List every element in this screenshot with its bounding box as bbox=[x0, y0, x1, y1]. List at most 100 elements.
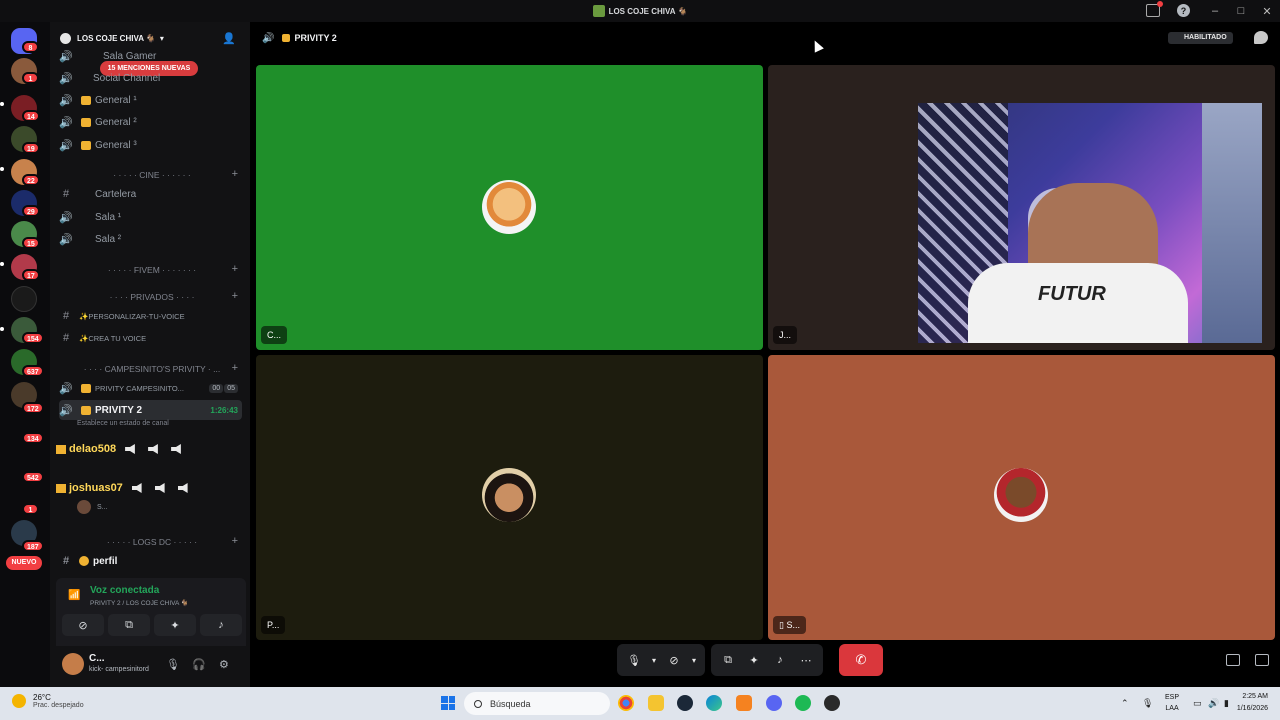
chat-icon[interactable] bbox=[1254, 31, 1268, 44]
screen-share-button[interactable]: ⧉ bbox=[108, 614, 150, 636]
clock[interactable]: 2:25 AM 1/16/2026 bbox=[1237, 691, 1268, 715]
help-icon[interactable]: ? bbox=[1177, 4, 1190, 17]
username[interactable]: C... bbox=[89, 653, 105, 664]
server-icon[interactable] bbox=[11, 286, 37, 312]
badge: 1 bbox=[22, 503, 39, 515]
hash-icon: # bbox=[62, 188, 70, 200]
chevron-down-icon[interactable]: ▾ bbox=[649, 649, 659, 671]
server-badge-icon bbox=[60, 32, 71, 44]
lock-icon bbox=[81, 140, 91, 150]
video-tile[interactable]: FUTUR J... bbox=[768, 65, 1275, 350]
channel-privity-campesinito[interactable]: 🔊 PRIVITY CAMPESINITO... 00 05 bbox=[59, 378, 242, 398]
activities-button[interactable]: ✦ bbox=[743, 649, 765, 671]
voice-member-hint[interactable]: S... bbox=[59, 497, 242, 517]
channel-cartelera[interactable]: # Cartelera bbox=[59, 184, 242, 204]
voice-active-icon: 🔊 bbox=[59, 404, 73, 417]
microphone-button[interactable]: 🎙 bbox=[623, 649, 645, 671]
unread-dot bbox=[0, 167, 4, 171]
minimize-button[interactable]: – bbox=[1202, 0, 1228, 22]
signal-icon[interactable]: 📶 bbox=[68, 590, 80, 601]
channel-personalizar[interactable]: # ✨PERSONALIZAR-TU-VOICE bbox=[59, 306, 242, 326]
category-logs[interactable]: · · · · · LOGS DC · · · · · + bbox=[62, 535, 242, 547]
inbox-icon[interactable] bbox=[1146, 1, 1163, 17]
stage-header: 🔊 PRIVITY 2 bbox=[262, 32, 337, 44]
add-channel-icon[interactable]: + bbox=[232, 168, 238, 180]
channel-crea-tu-voice[interactable]: # ✨CREA TU VOICE bbox=[59, 328, 242, 348]
avatar[interactable] bbox=[62, 653, 84, 675]
settings-gear-icon[interactable]: ⚙ bbox=[219, 658, 229, 671]
participant-name: ▯ S... bbox=[773, 616, 806, 634]
speaker-icon: 🔊 bbox=[59, 139, 73, 152]
steam-icon[interactable] bbox=[677, 695, 693, 711]
activities-button[interactable]: ✦ bbox=[154, 614, 196, 636]
custom-status: kick- campesinitord bbox=[89, 666, 149, 673]
taskbar-search[interactable]: Búsqueda bbox=[464, 692, 610, 715]
channel-general-2[interactable]: 🔊 General ² bbox=[59, 112, 242, 132]
voice-channel-link[interactable]: PRIVITY 2 / LOS COJE CHIVA 🐐 bbox=[90, 599, 189, 607]
spotify-icon[interactable] bbox=[795, 695, 811, 711]
popout-icon[interactable] bbox=[1226, 654, 1240, 666]
badge: 14 bbox=[22, 110, 40, 122]
voice-member[interactable]: joshuas07 bbox=[0, 479, 250, 497]
voice-stage: 🔊 PRIVITY 2 HABILITADO C... FUTUR J... P… bbox=[250, 22, 1280, 687]
speaker-icon: 🔊 bbox=[59, 382, 73, 395]
headphones-icon[interactable]: 🎧 bbox=[192, 658, 206, 671]
chevron-up-icon[interactable]: ⌃ bbox=[1121, 698, 1129, 709]
add-channel-icon[interactable]: + bbox=[232, 362, 238, 374]
screen-share-button[interactable]: ⧉ bbox=[717, 649, 739, 671]
close-button[interactable]: ✕ bbox=[1254, 0, 1280, 22]
start-button[interactable] bbox=[441, 696, 455, 710]
new-server-badge[interactable]: NUEVO bbox=[6, 556, 42, 570]
category-privity[interactable]: · · · · CAMPESINITO'S PRIVITY · ... + bbox=[62, 362, 242, 374]
volume-icon[interactable]: 🔊 bbox=[1208, 698, 1219, 709]
channel-social[interactable]: 🔊 Social Channel bbox=[59, 68, 242, 88]
weather-widget[interactable]: 26°C Prac. despejado bbox=[12, 693, 84, 709]
add-channel-icon[interactable]: + bbox=[232, 263, 238, 275]
search-icon bbox=[474, 699, 482, 708]
app-icon[interactable] bbox=[824, 695, 840, 711]
microphone-icon[interactable]: 🎙 bbox=[1142, 698, 1153, 709]
video-tile[interactable]: C... bbox=[256, 65, 763, 350]
add-channel-icon[interactable]: + bbox=[232, 290, 238, 302]
battery-icon[interactable]: ▮ bbox=[1224, 698, 1229, 709]
edge-icon[interactable] bbox=[706, 695, 722, 711]
soundboard-button[interactable]: ♪ bbox=[200, 614, 242, 636]
camera-off-button[interactable]: ⊘ bbox=[663, 649, 685, 671]
speaker-icon bbox=[125, 444, 135, 454]
maximize-button[interactable]: □ bbox=[1228, 0, 1254, 22]
fullscreen-icon[interactable] bbox=[1255, 654, 1269, 666]
microphone-icon[interactable]: 🎙 bbox=[166, 658, 180, 671]
network-icon[interactable]: ▭ bbox=[1193, 698, 1202, 709]
title-bar: LOS COJE CHIVA 🐐 ? – □ ✕ bbox=[0, 0, 1280, 22]
call-timer: 1:26:43 bbox=[210, 405, 238, 415]
category-cine[interactable]: · · · · · CINE · · · · · · + bbox=[62, 168, 242, 180]
discord-icon[interactable] bbox=[766, 695, 782, 711]
category-fivem[interactable]: · · · · · FIVEM · · · · · · · + bbox=[62, 263, 242, 275]
habilitado-badge[interactable]: HABILITADO bbox=[1168, 32, 1233, 44]
speaker-icon bbox=[131, 483, 142, 493]
channel-perfil[interactable]: # perfil bbox=[59, 551, 242, 571]
voice-member[interactable]: delao508 bbox=[0, 440, 250, 458]
hang-up-button[interactable]: ✆ bbox=[839, 644, 883, 676]
invite-icon[interactable]: 👤 bbox=[222, 32, 236, 45]
video-tile[interactable]: P... bbox=[256, 355, 763, 640]
file-explorer-icon[interactable] bbox=[648, 695, 664, 711]
channel-general-3[interactable]: 🔊 General ³ bbox=[59, 135, 242, 155]
channel-sala-2[interactable]: 🔊 Sala ² bbox=[59, 229, 242, 249]
channel-sala-1[interactable]: 🔊 Sala ¹ bbox=[59, 207, 242, 227]
add-channel-icon[interactable]: + bbox=[232, 535, 238, 547]
channel-privity-2[interactable]: 🔊 PRIVITY 2 1:26:43 bbox=[59, 400, 242, 420]
camera-toggle-button[interactable]: ⊘ bbox=[62, 614, 104, 636]
soundboard-button[interactable]: ♪ bbox=[769, 649, 791, 671]
app-icon[interactable] bbox=[736, 695, 752, 711]
channel-general-1[interactable]: 🔊 General ¹ bbox=[59, 90, 242, 110]
channel-status-hint[interactable]: Establece un estado de canal bbox=[77, 420, 169, 427]
badge: 29 bbox=[22, 205, 40, 217]
more-options-button[interactable]: ⋯ bbox=[795, 649, 817, 671]
chrome-icon[interactable] bbox=[618, 695, 634, 711]
chevron-down-icon[interactable]: ▾ bbox=[689, 649, 699, 671]
language-indicator[interactable]: ESP LAA bbox=[1165, 692, 1179, 714]
speaker-icon bbox=[148, 444, 158, 454]
category-privados[interactable]: · · · · PRIVADOS · · · · + bbox=[62, 290, 242, 302]
video-tile[interactable]: ▯ S... bbox=[768, 355, 1275, 640]
